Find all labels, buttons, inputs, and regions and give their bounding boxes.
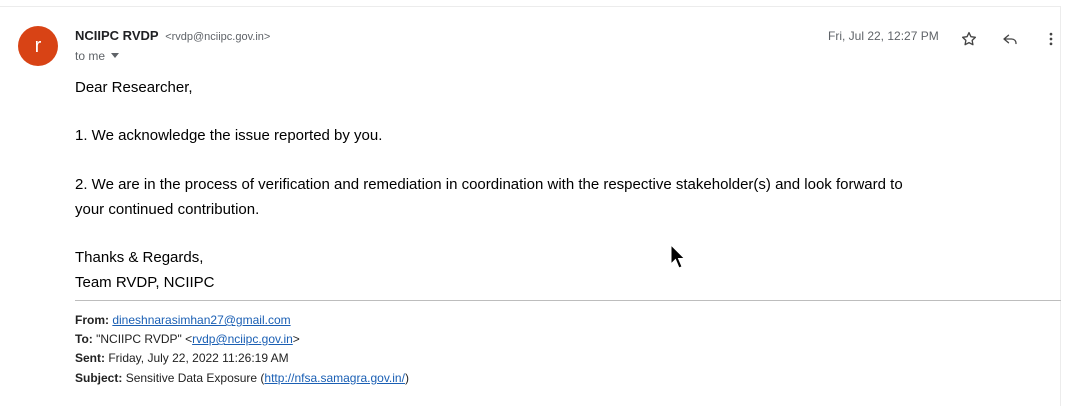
signature: Team RVDP, NCIIPC: [75, 274, 215, 291]
quoted-sent: Sent: Friday, July 22, 2022 11:26:19 AM: [75, 348, 289, 368]
quote-separator: [75, 300, 1061, 301]
recipient-details-toggle[interactable]: to me: [75, 49, 120, 63]
reply-icon[interactable]: [998, 27, 1022, 51]
star-icon[interactable]: [957, 27, 981, 51]
avatar[interactable]: r: [18, 26, 58, 66]
from-label: From:: [75, 313, 109, 327]
subject-label: Subject:: [75, 371, 123, 385]
greeting: Dear Researcher,: [75, 79, 193, 96]
sender: NCIIPC RVDP <rvdp@nciipc.gov.in>: [75, 28, 270, 43]
closing: Thanks & Regards,: [75, 249, 204, 266]
chevron-down-icon[interactable]: [111, 53, 120, 58]
recipient-label: to me: [75, 49, 106, 63]
top-divider: [0, 6, 1060, 7]
sent-value: Friday, July 22, 2022 11:26:19 AM: [108, 351, 289, 365]
more-vert-icon[interactable]: [1039, 27, 1063, 51]
sender-name[interactable]: NCIIPC RVDP: [75, 28, 159, 43]
sender-email: <rvdp@nciipc.gov.in>: [165, 31, 271, 43]
quoted-to: To: "NCIIPC RVDP" <rvdp@nciipc.gov.in>: [75, 329, 300, 349]
email-date: Fri, Jul 22, 12:27 PM: [828, 29, 939, 43]
paragraph-2-line-1: 2. We are in the process of verification…: [75, 176, 903, 193]
mouse-pointer-icon: [670, 243, 686, 275]
from-email-link[interactable]: dineshnarasimhan27@gmail.com: [112, 313, 290, 327]
to-label: To:: [75, 332, 93, 346]
subject-url-link[interactable]: http://nfsa.samagra.gov.in/: [264, 371, 405, 385]
sent-label: Sent:: [75, 351, 105, 365]
subject-suffix: ): [404, 371, 409, 385]
quoted-from: From: dineshnarasimhan27@gmail.com: [75, 310, 291, 330]
to-prefix: "NCIIPC RVDP" <: [96, 332, 193, 346]
quoted-subject: Subject: Sensitive Data Exposure (http:/…: [75, 368, 409, 388]
paragraph-1: 1. We acknowledge the issue reported by …: [75, 127, 383, 144]
subject-prefix: Sensitive Data Exposure (: [125, 371, 265, 385]
to-email-link[interactable]: rvdp@nciipc.gov.in: [192, 332, 293, 346]
right-border: [1060, 6, 1061, 406]
paragraph-2-line-2: your continued contribution.: [75, 201, 260, 218]
to-suffix: >: [292, 332, 300, 346]
